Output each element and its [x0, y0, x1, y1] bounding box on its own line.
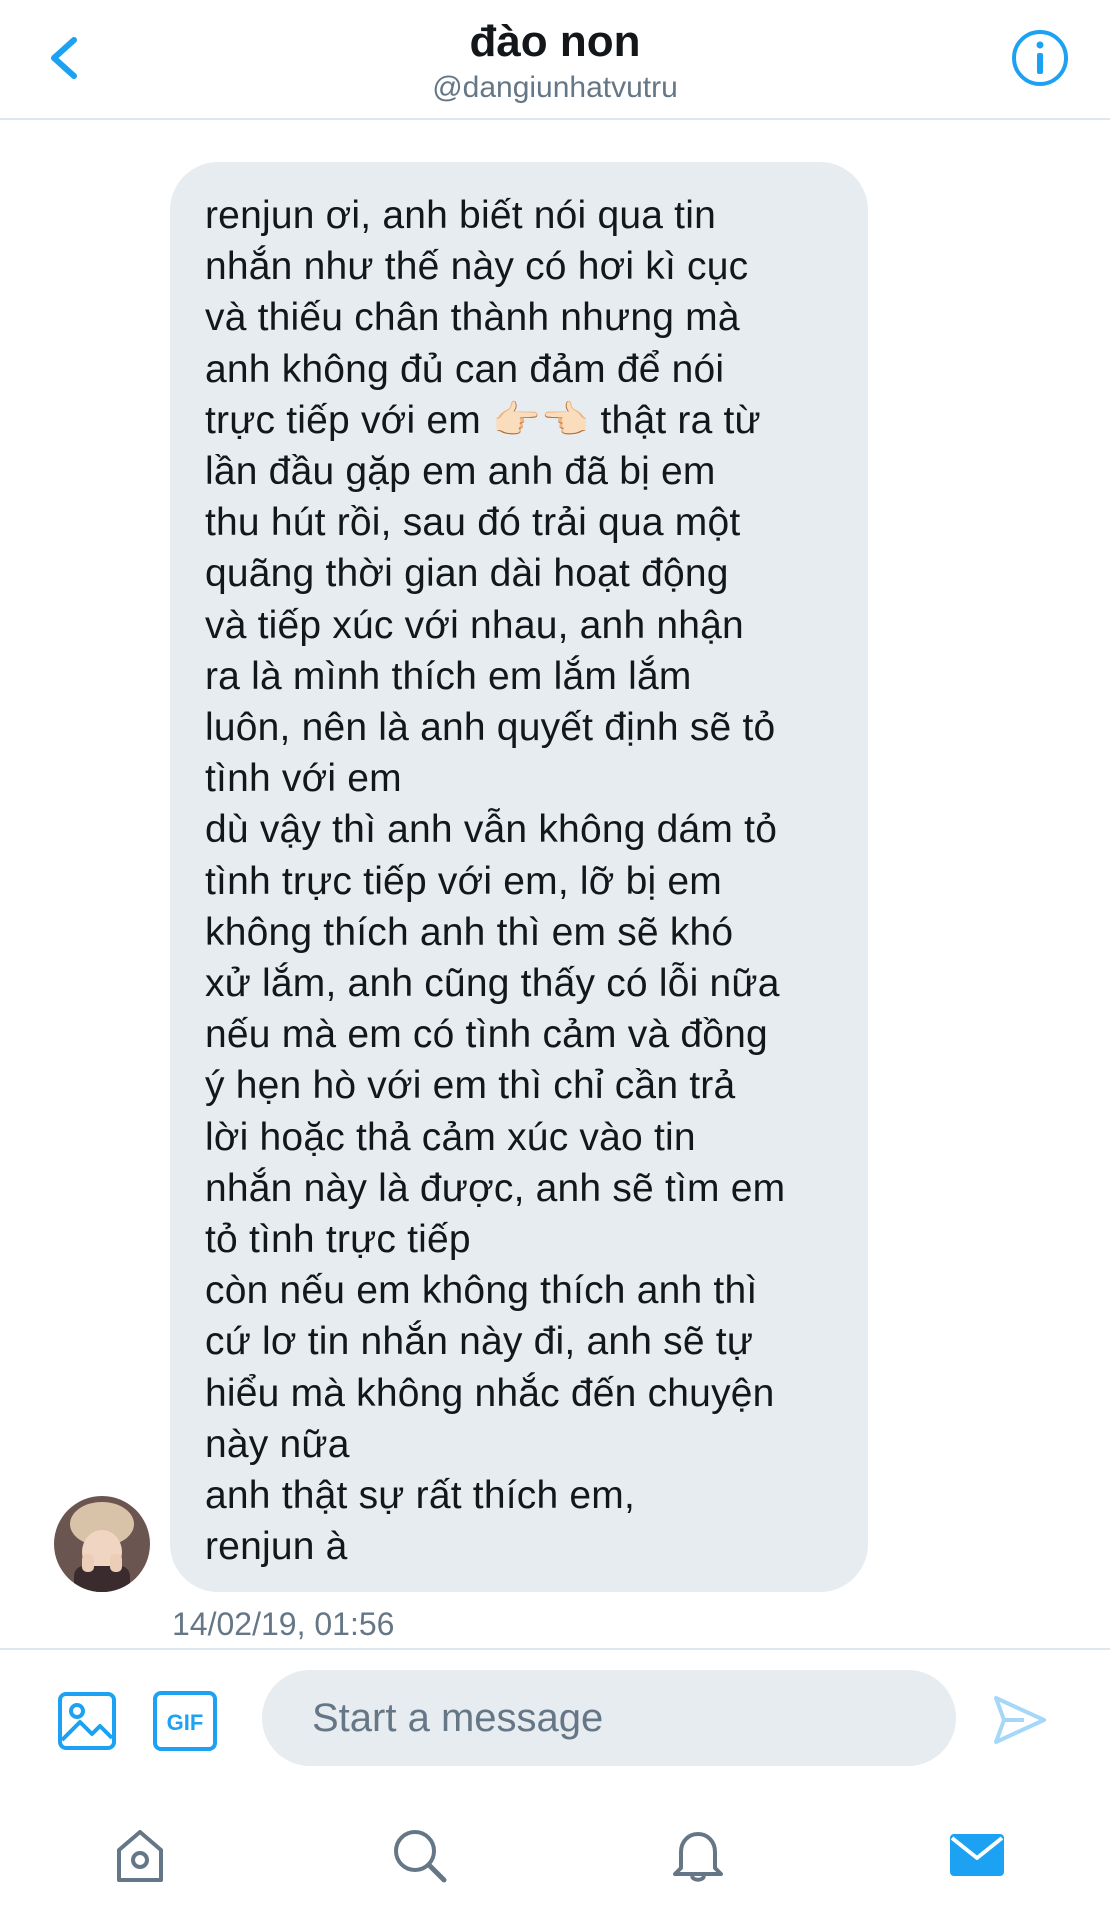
message-text: renjun ơi, anh biết nói qua tin nhắn như… [205, 194, 786, 1569]
add-gif-button[interactable]: GIF [152, 1690, 218, 1752]
tab-home[interactable] [109, 1824, 171, 1886]
tab-search[interactable] [388, 1824, 450, 1886]
add-image-button[interactable] [56, 1690, 118, 1752]
info-icon [1012, 30, 1068, 86]
gif-icon: GIF [153, 1691, 217, 1751]
mail-icon [950, 1834, 1004, 1876]
avatar[interactable] [54, 1496, 150, 1592]
tab-messages[interactable] [946, 1824, 1008, 1886]
search-icon [394, 1830, 447, 1883]
tab-notifications[interactable] [667, 1824, 729, 1886]
conversation-title-group: đào non @dangiunhatvutru [0, 14, 1110, 106]
info-button[interactable] [1010, 28, 1070, 88]
message-bubble[interactable]: renjun ơi, anh biết nói qua tin nhắn như… [170, 162, 868, 1592]
send-button[interactable] [990, 1690, 1050, 1750]
conversation-title: đào non [469, 17, 641, 66]
send-icon [994, 1696, 1046, 1744]
svg-text:GIF: GIF [167, 1710, 204, 1735]
conversation-handle: @dangiunhatvutru [432, 71, 678, 104]
message-timestamp: 14/02/19, 01:56 [172, 1606, 395, 1642]
message-input[interactable] [262, 1670, 956, 1766]
bell-icon [673, 1832, 723, 1882]
home-icon [117, 1830, 163, 1882]
image-icon [58, 1692, 116, 1750]
